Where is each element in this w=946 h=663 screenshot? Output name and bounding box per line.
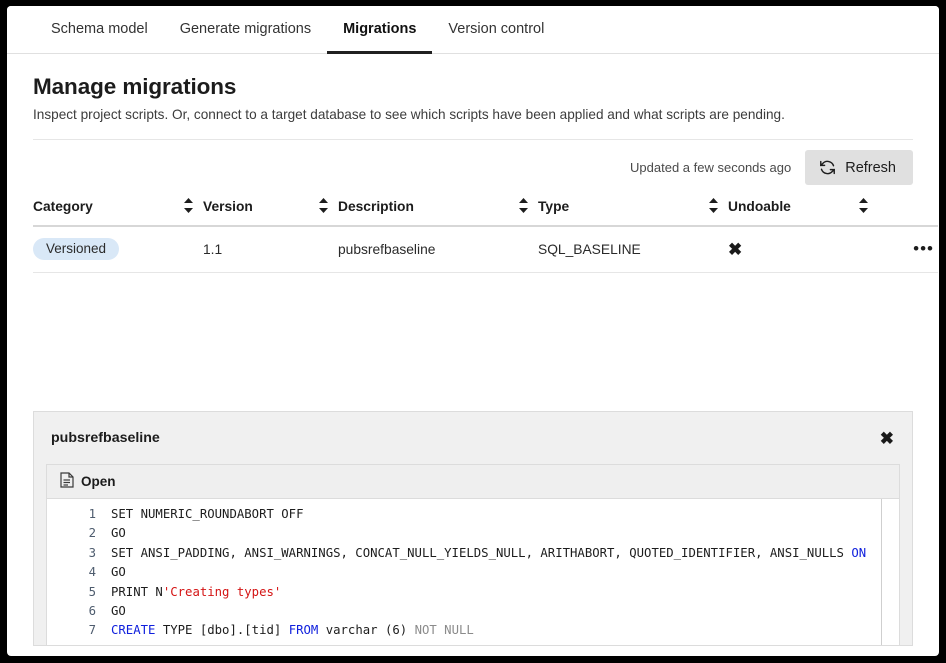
column-header-version-label: Version [203, 199, 253, 214]
code-content[interactable]: SET NUMERIC_ROUNDABORT OFF GO SET ANSI_PAD… [105, 499, 899, 645]
cell-type: SQL_BASELINE [538, 226, 728, 273]
script-detail-panel: pubsrefbaseline ✖ Open 1 2 3 4 5 6 7 SET… [33, 411, 913, 646]
column-header-undoable-label: Undoable [728, 199, 791, 214]
code-token: GO [111, 604, 126, 619]
sort-icon[interactable] [519, 198, 528, 216]
line-number: 3 [88, 545, 96, 560]
column-header-type-label: Type [538, 199, 570, 214]
status-badge: Versioned [33, 238, 120, 260]
script-editor: Open 1 2 3 4 5 6 7 SET NUMERIC_ROUNDABORT OFF G… [46, 464, 900, 645]
cell-version: 1.1 [203, 226, 338, 273]
cell-category: Versioned [33, 226, 203, 273]
code-token: 'Creating types' [162, 584, 282, 599]
table-row[interactable]: Versioned 1.1 pubsrefbaseline SQL_BASELI… [33, 226, 938, 273]
sort-icon[interactable] [184, 198, 193, 216]
page-header: Manage migrations Inspect project script… [7, 54, 939, 122]
row-overflow-menu-button[interactable]: ••• [878, 240, 938, 257]
line-number: 1 [88, 507, 96, 521]
refresh-button-label: Refresh [845, 159, 896, 176]
vertical-scrollbar[interactable] [881, 499, 899, 645]
close-icon[interactable]: ✖ [880, 430, 894, 447]
column-header-type[interactable]: Type [538, 195, 728, 227]
line-number: 7 [88, 623, 96, 638]
sort-icon[interactable] [709, 198, 718, 216]
column-header-actions [878, 195, 938, 227]
code-line: SET NUMERIC_ROUNDABORT OFF [111, 505, 899, 524]
code-line: CREATE TYPE [dbo].[tid] FROM varchar (6)… [111, 621, 899, 640]
tab-migrations[interactable]: Migrations [327, 6, 433, 54]
document-icon [60, 472, 74, 491]
code-token: NOT NULL [414, 623, 474, 638]
code-token: FROM [288, 623, 319, 638]
tab-bar: Schema model Generate migrations Migrati… [7, 6, 939, 54]
line-number: 4 [88, 565, 96, 580]
code-line: GO [111, 563, 899, 582]
page-subtitle: Inspect project scripts. Or, connect to … [33, 107, 785, 122]
open-button[interactable]: Open [60, 472, 116, 491]
cell-undoable: ✖ [728, 226, 878, 273]
script-detail-header: pubsrefbaseline ✖ [34, 412, 912, 464]
open-button-label: Open [81, 474, 116, 489]
code-token: PRINT N [111, 584, 163, 599]
refresh-icon [819, 159, 836, 176]
code-area[interactable]: 1234567 SET NUMERIC_ROUNDABORT OFF GO SET … [47, 499, 899, 645]
column-header-description-label: Description [338, 199, 414, 214]
column-header-category[interactable]: Category [33, 195, 203, 227]
line-number: 2 [88, 526, 96, 541]
tab-schema-model[interactable]: Schema model [35, 6, 164, 54]
cell-description: pubsrefbaseline [338, 226, 538, 273]
code-line: GO [111, 524, 899, 543]
migrations-table: Category Version Description Type Undoab… [33, 195, 938, 273]
code-token: GO [111, 565, 126, 580]
sort-icon[interactable] [319, 198, 328, 216]
code-token: CREATE [111, 623, 156, 638]
app-window: Schema model Generate migrations Migrati… [7, 6, 939, 656]
line-number-gutter: 1 2 3 4 5 6 7 [47, 499, 105, 645]
column-header-description[interactable]: Description [338, 195, 538, 227]
tab-version-control[interactable]: Version control [432, 6, 560, 54]
sort-icon[interactable] [859, 198, 868, 216]
refresh-button[interactable]: Refresh [805, 150, 913, 185]
line-number: 6 [88, 604, 96, 619]
code-token: GO [111, 526, 126, 541]
code-token: varchar (6) [318, 623, 415, 638]
script-detail-title: pubsrefbaseline [51, 430, 160, 446]
code-line: SET ANSI_PADDING, ANSI_WARNINGS, CONCAT_… [111, 544, 899, 563]
editor-toolbar: Open [47, 465, 899, 499]
line-number: 5 [88, 584, 96, 599]
code-line: GO [111, 602, 899, 621]
code-token: SET ANSI_PADDING, ANSI_WARNINGS, CONCAT_… [111, 545, 852, 560]
code-line: PRINT N'Creating types' [111, 583, 899, 602]
table-toolbar: Updated a few seconds ago Refresh [33, 139, 913, 195]
column-header-version[interactable]: Version [203, 195, 338, 227]
code-token: TYPE [dbo].[tid] [155, 623, 289, 638]
tab-generate-migrations[interactable]: Generate migrations [164, 6, 327, 54]
updated-timestamp: Updated a few seconds ago [630, 160, 792, 175]
cell-actions: ••• [878, 226, 938, 273]
column-header-undoable[interactable]: Undoable [728, 195, 878, 227]
page-title: Manage migrations [33, 74, 237, 99]
code-token: ON [851, 545, 867, 560]
migrations-table-container: Category Version Description Type Undoab… [33, 195, 938, 273]
table-header-row: Category Version Description Type Undoab… [33, 195, 938, 227]
cross-icon: ✖ [728, 239, 743, 259]
code-token: SET NUMERIC_ROUNDABORT OFF [111, 507, 304, 521]
column-header-category-label: Category [33, 199, 93, 214]
